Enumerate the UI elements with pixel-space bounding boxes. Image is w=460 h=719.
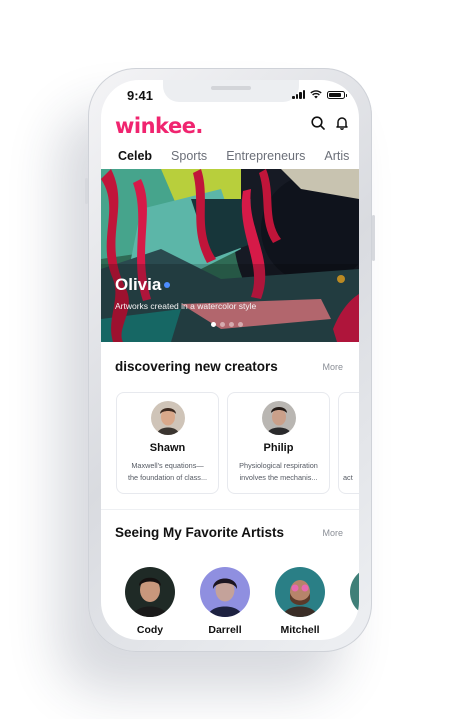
creator-card[interactable]: act <box>338 392 359 494</box>
status-time: 9:41 <box>127 88 154 103</box>
phone-side-button <box>372 215 375 261</box>
carousel-dot[interactable] <box>220 322 225 327</box>
artist-item[interactable]: Mitchell <box>275 567 325 636</box>
header-actions <box>311 116 349 130</box>
avatar <box>262 401 296 435</box>
carousel-dots <box>211 322 243 327</box>
avatar <box>125 567 175 617</box>
category-tabs: Celeb Sports Entrepreneurs Artis <box>118 149 349 163</box>
phone-volume-button <box>85 178 88 204</box>
verified-dot-icon <box>164 282 170 288</box>
app-logo: winkee. <box>115 114 203 138</box>
avatar <box>350 567 359 617</box>
artists-more-link[interactable]: More <box>322 528 343 538</box>
creator-cards: Shawn Maxwell's equations— the foundation… <box>116 392 359 494</box>
hero-banner[interactable]: Olivia Artworks created in a watercolor … <box>101 169 359 342</box>
artist-name: Darrell <box>208 624 242 636</box>
tab-entrepreneurs[interactable]: Entrepreneurs <box>226 149 305 163</box>
creator-card[interactable]: Philip Physiological respiration involves… <box>227 392 330 494</box>
creator-description: Maxwell's equations— the foundation of cl… <box>127 461 208 482</box>
creators-section-title: discovering new creators <box>115 359 278 374</box>
tab-sports[interactable]: Sports <box>171 149 207 163</box>
artist-name: Mitchell <box>280 624 320 636</box>
battery-icon <box>327 90 347 99</box>
creator-name: Philip <box>263 442 294 454</box>
tab-celeb[interactable]: Celeb <box>118 149 152 163</box>
artist-list: Cody Darrell Mitchell <box>125 567 359 636</box>
avatar <box>151 401 185 435</box>
search-icon[interactable] <box>311 116 325 130</box>
carousel-dot-active[interactable] <box>211 322 216 327</box>
avatar <box>200 567 250 617</box>
section-divider <box>101 509 359 510</box>
creators-more-link[interactable]: More <box>322 362 343 372</box>
carousel-dot[interactable] <box>229 322 234 327</box>
creator-card[interactable]: Shawn Maxwell's equations— the foundation… <box>116 392 219 494</box>
artist-item[interactable]: Darrell <box>200 567 250 636</box>
artists-section-title: Seeing My Favorite Artists <box>115 525 285 540</box>
artist-item[interactable] <box>350 567 359 636</box>
phone-screen: 9:41 winkee. Celeb Sports Entrepreneurs … <box>101 80 359 640</box>
creator-description: act <box>343 473 353 482</box>
bell-icon[interactable] <box>335 116 349 130</box>
creator-description: Physiological respiration involves the me… <box>239 461 318 482</box>
tab-artists[interactable]: Artis <box>324 149 349 163</box>
carousel-dot[interactable] <box>238 322 243 327</box>
hero-title: Olivia <box>115 275 162 294</box>
creator-name: Shawn <box>149 442 186 454</box>
artist-name: Cody <box>136 624 164 636</box>
status-icons <box>292 90 347 99</box>
avatar <box>275 567 325 617</box>
speaker <box>211 86 251 90</box>
wifi-icon <box>310 90 322 99</box>
signal-icon <box>292 90 305 99</box>
hero-subtitle: Artworks created in a watercolor style <box>115 301 257 311</box>
notch <box>163 80 299 102</box>
artist-item[interactable]: Cody <box>125 567 175 636</box>
hero-artwork <box>101 169 359 342</box>
